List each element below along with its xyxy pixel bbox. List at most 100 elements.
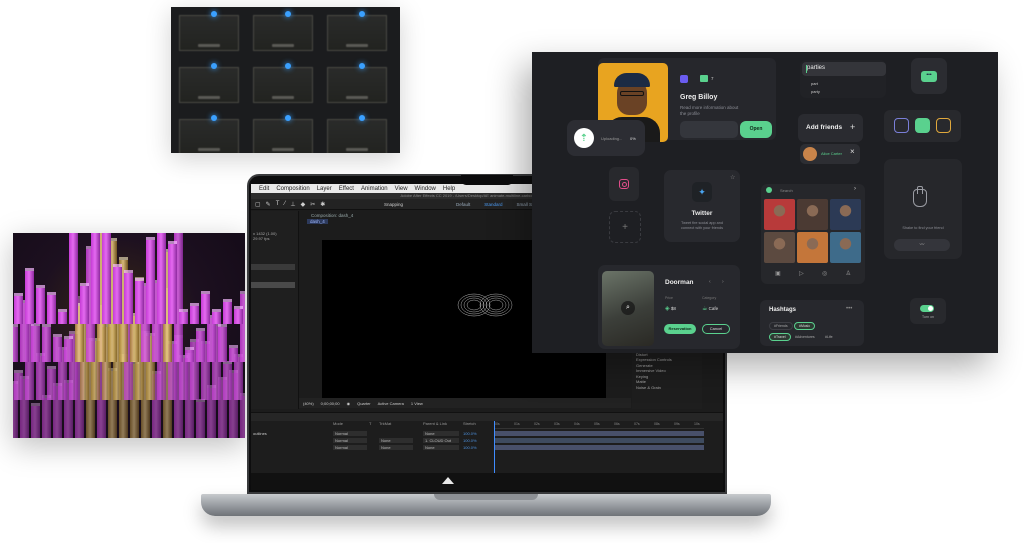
search-icon[interactable]: ⌕ xyxy=(621,301,635,315)
comp-name-tab[interactable]: dash_4 xyxy=(307,219,328,224)
search-input[interactable]: parties xyxy=(802,62,886,76)
resolution-select[interactable]: Quarter xyxy=(357,401,371,406)
bar-column xyxy=(31,322,40,362)
add-friends-card[interactable]: Add friends + xyxy=(798,114,863,142)
reservation-button[interactable]: Reservation xyxy=(664,324,696,334)
cloud-upload-icon[interactable]: ⇡ xyxy=(574,128,594,148)
composition-tab[interactable]: Composition: dash_4 xyxy=(311,213,353,218)
photo-thumbnail[interactable] xyxy=(830,199,861,230)
type-tool-icon[interactable]: T xyxy=(276,201,280,207)
menu-item-edit[interactable]: Edit xyxy=(259,186,269,192)
search-suggestion[interactable]: party xyxy=(811,89,820,94)
menu-item-window[interactable]: Window xyxy=(415,186,436,192)
bar-column xyxy=(53,334,62,362)
stamp-tool-icon[interactable]: ⊥ xyxy=(290,201,295,208)
brush-tool-icon[interactable]: ⁄ xyxy=(284,201,285,207)
user-icon[interactable]: ♙ xyxy=(845,270,850,280)
ruler-tick: 05s xyxy=(594,422,600,426)
profile-name: Greg Billoy xyxy=(680,94,718,101)
bar-column xyxy=(196,398,205,438)
menu-item-view[interactable]: View xyxy=(395,186,408,192)
hashtag-chip[interactable]: #Adventures xyxy=(790,333,820,341)
doorman-pager[interactable]: ‹ › xyxy=(709,279,729,285)
bar-column xyxy=(218,323,227,362)
hashtag-chip-selected[interactable]: #Travel xyxy=(769,333,791,341)
node-dot xyxy=(359,11,365,17)
layer-bar[interactable] xyxy=(494,431,704,436)
plus-icon[interactable]: + xyxy=(850,122,855,132)
photo-grid-card: Search › ▣ ▷ ◎ ♙ xyxy=(761,184,865,284)
swatch-outline-blue[interactable] xyxy=(894,118,909,133)
hashtag-chip-selected[interactable]: #Music xyxy=(794,322,816,330)
menu-item-effect[interactable]: Effect xyxy=(339,186,354,192)
selection-tool-icon[interactable]: ▢ xyxy=(255,201,261,208)
active-camera-select[interactable]: Active Camera xyxy=(378,401,404,406)
menu-item-help[interactable]: Help xyxy=(443,186,455,192)
hashtag-chip[interactable]: #Life xyxy=(820,333,838,341)
twitter-title: Twitter xyxy=(691,210,713,217)
swatch-outline-amber[interactable] xyxy=(936,118,951,133)
globe-icon[interactable]: ◎ xyxy=(822,270,827,280)
video-icon[interactable]: ▷ xyxy=(799,270,804,280)
time-ruler[interactable]: 00s 01s 02s 03s 04s 05s 06s 07s 08s 09s 10s xyxy=(494,421,704,429)
instagram-card[interactable] xyxy=(609,167,639,201)
open-button[interactable]: Open xyxy=(740,121,772,138)
hashtag-chip[interactable]: #Friends xyxy=(769,322,793,330)
profile-input[interactable] xyxy=(680,121,738,138)
photo-thumbnail[interactable] xyxy=(764,199,795,230)
timecode[interactable]: 0;00;00;00 xyxy=(321,401,340,406)
bar-column xyxy=(201,290,210,324)
workspace-standard[interactable]: Standard xyxy=(484,202,502,207)
pen-tool-icon[interactable]: ✎ xyxy=(266,201,271,208)
swatch-green[interactable] xyxy=(915,118,930,133)
project-search[interactable] xyxy=(251,264,295,270)
image-icon[interactable]: ▣ xyxy=(775,270,781,280)
layer-row[interactable]: Normal None None 100.0% xyxy=(251,444,491,450)
twitter-description: Tweet fire social app and connect with y… xyxy=(680,221,723,230)
shake-text: Shake to find your friend xyxy=(902,226,944,230)
photo-thumbnail[interactable] xyxy=(797,199,828,230)
menu-item-layer[interactable]: Layer xyxy=(317,186,332,192)
layer-row[interactable]: Normal None 1. CLOUD Out 100.0% xyxy=(251,437,491,443)
dock-bar xyxy=(251,473,723,490)
effect-category[interactable]: Noise & Grain xyxy=(636,385,698,391)
layer-bar[interactable] xyxy=(494,438,704,443)
add-widget-button[interactable]: + xyxy=(609,211,641,243)
chat-card[interactable]: ••• xyxy=(911,58,947,94)
layer-bar[interactable] xyxy=(494,445,704,450)
chevron-right-icon[interactable]: › xyxy=(854,186,856,192)
shake-button[interactable]: 〰 xyxy=(894,239,950,251)
bar-column xyxy=(135,277,144,324)
project-item[interactable] xyxy=(251,282,295,288)
playhead[interactable] xyxy=(494,421,495,473)
snapping-toggle[interactable]: Snapping xyxy=(384,202,403,207)
photo-thumbnail[interactable] xyxy=(797,232,828,263)
cancel-button[interactable]: Cancel xyxy=(702,324,730,334)
layer-row[interactable]: outlines Normal None 100.0% xyxy=(251,430,491,436)
roto-tool-icon[interactable]: ✂ xyxy=(310,201,315,208)
grid-cell xyxy=(253,119,313,153)
toggle-switch[interactable] xyxy=(920,305,934,312)
eraser-tool-icon[interactable]: ◆ xyxy=(301,201,306,208)
restaurant-photo: ⌕ xyxy=(602,271,654,346)
pin-tool-icon[interactable]: ✱ xyxy=(320,201,325,208)
twitter-bird-icon: ✦ xyxy=(692,182,712,202)
bar-column xyxy=(168,240,177,324)
timeline-header xyxy=(251,412,723,421)
close-icon[interactable]: × xyxy=(850,147,855,156)
widget-board: 7 Greg Billoy Read more information abou… xyxy=(532,52,998,353)
menu-item-composition[interactable]: Composition xyxy=(276,186,309,192)
photo-thumbnail[interactable] xyxy=(764,232,795,263)
star-icon[interactable]: ☆ xyxy=(730,174,735,181)
menu-item-animation[interactable]: Animation xyxy=(361,186,388,192)
workspace-default[interactable]: Default xyxy=(456,202,470,207)
search-suggestion[interactable]: part xyxy=(811,81,818,86)
views-select[interactable]: 1 View xyxy=(411,401,423,406)
node-dot xyxy=(211,11,217,17)
more-icon[interactable]: ••• xyxy=(846,306,852,312)
photo-thumbnail[interactable] xyxy=(830,232,861,263)
camera-snapshot-icon[interactable]: ◉ xyxy=(347,401,351,406)
photo-nav: ▣ ▷ ◎ ♙ xyxy=(766,270,860,280)
photo-search[interactable]: Search › xyxy=(765,186,859,194)
zoom-level[interactable]: (40%) xyxy=(303,401,314,406)
